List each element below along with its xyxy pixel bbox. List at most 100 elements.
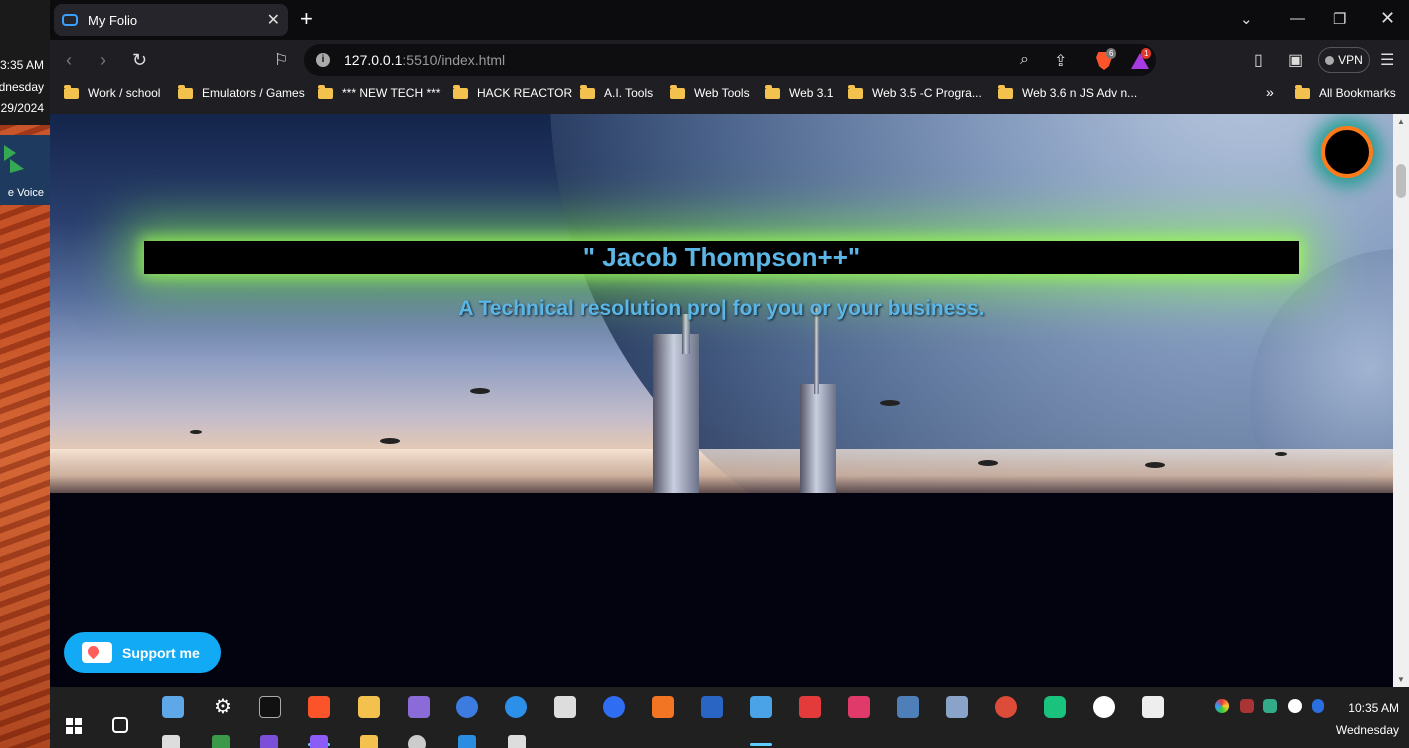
taskbar-row2-icon[interactable] <box>212 735 230 748</box>
forward-button[interactable]: › <box>100 50 106 71</box>
taskbar-row2-icon[interactable] <box>162 735 180 748</box>
system-clock[interactable]: 10:35 AM Wednesday <box>1336 697 1399 741</box>
settings-gear-icon[interactable]: ⚙ <box>212 696 234 718</box>
file-explorer-icon[interactable] <box>358 696 380 718</box>
bookmark-label: Emulators / Games <box>202 86 305 100</box>
task-view-icon[interactable] <box>112 717 128 733</box>
share-icon[interactable]: ⇪ <box>1054 51 1067 71</box>
all-bookmarks-folder[interactable]: All Bookmarks <box>1295 84 1396 100</box>
brave-taskbar-icon[interactable] <box>308 696 330 718</box>
folder-icon <box>670 84 685 99</box>
image-viewer-icon[interactable] <box>946 696 968 718</box>
tower-left <box>653 334 699 493</box>
taskbar-row2-icon[interactable] <box>310 735 328 748</box>
bookmark-label: Work / school <box>88 86 161 100</box>
scrollbar-thumb[interactable] <box>1396 164 1406 198</box>
close-window-button[interactable]: ✕ <box>1380 8 1395 29</box>
bookmark-folder[interactable]: A.I. Tools <box>580 84 653 100</box>
bookmark-folder[interactable]: Web Tools <box>670 84 750 100</box>
bookmark-label: *** NEW TECH *** <box>342 86 441 100</box>
bluetooth-icon[interactable] <box>1312 699 1324 713</box>
taskbar-row2-icon[interactable] <box>408 735 426 748</box>
sidebar-toggle-icon[interactable]: ▯ <box>1254 50 1263 70</box>
xampp-icon[interactable] <box>652 696 674 718</box>
tray-icon[interactable] <box>1288 699 1302 713</box>
chrome-icon[interactable] <box>995 696 1017 718</box>
desktop-wallpaper: 3:35 AM ednesday 29/2024 e Voice <box>0 0 50 748</box>
maximize-button[interactable]: ❐ <box>1333 10 1346 28</box>
notepad-icon[interactable] <box>554 696 576 718</box>
google-voice-icon <box>4 145 24 173</box>
folder-icon <box>453 84 468 99</box>
android-studio-icon[interactable] <box>1093 696 1115 718</box>
ship <box>190 430 202 434</box>
bookmark-label: Web 3.5 -C Progra... <box>872 86 982 100</box>
bookmark-label: All Bookmarks <box>1319 86 1396 100</box>
bookmarks-bar: Work / school Emulators / Games *** NEW … <box>50 80 1409 108</box>
new-tab-button[interactable]: + <box>300 8 313 30</box>
color-picker-tray-icon[interactable] <box>1215 699 1229 713</box>
bookmark-folder[interactable]: Work / school <box>64 84 161 100</box>
chromium-icon[interactable] <box>456 696 478 718</box>
anydesk-icon[interactable] <box>799 696 821 718</box>
desktop-time: 3:35 AM <box>0 58 44 72</box>
terminal-icon[interactable] <box>259 696 281 718</box>
bookmark-folder[interactable]: Web 3.6 n JS Adv n... <box>998 84 1137 100</box>
safari-icon[interactable] <box>505 696 527 718</box>
screen: 3:35 AM ednesday 29/2024 e Voice My Foli… <box>0 0 1409 748</box>
vscode-icon[interactable] <box>750 696 772 718</box>
document-icon[interactable] <box>1142 696 1164 718</box>
desktop-date: 29/2024 <box>0 101 44 115</box>
vue-tray-icon[interactable] <box>1263 699 1277 713</box>
powershell-icon[interactable] <box>701 696 723 718</box>
tab-my-folio[interactable]: My Folio ✕ <box>54 4 288 36</box>
virtualbox-icon[interactable] <box>897 696 919 718</box>
menu-icon[interactable]: ☰ <box>1380 50 1394 70</box>
clock-time: 10:35 AM <box>1348 701 1399 715</box>
tab-search-chevron-icon[interactable]: ⌄ <box>1240 10 1253 28</box>
theme-toggle-orb[interactable] <box>1321 126 1373 178</box>
bookmark-page-icon[interactable]: ⚐ <box>274 50 288 70</box>
address-bar[interactable]: i 127.0.0.1:5510/index.html ⌕ ⇪ <box>304 44 1156 76</box>
tray-icon[interactable] <box>1240 699 1254 713</box>
vpn-status-icon <box>1325 55 1335 65</box>
support-me-button[interactable]: Support me <box>64 632 221 673</box>
tower-right <box>800 384 836 493</box>
folder-icon <box>64 84 79 99</box>
back-button[interactable]: ‹ <box>66 50 72 71</box>
start-button[interactable] <box>66 718 82 734</box>
scroll-down-icon[interactable]: ▼ <box>1397 675 1405 684</box>
signal-icon[interactable] <box>603 696 625 718</box>
browser-toolbar: ‹ › ↻ ⚐ i 127.0.0.1:5510/index.html ⌕ ⇪ … <box>50 40 1409 80</box>
page-viewport: " Jacob Thompson++" A Technical resoluti… <box>50 114 1393 687</box>
bookmark-folder[interactable]: *** NEW TECH *** <box>318 84 441 100</box>
scroll-up-icon[interactable]: ▲ <box>1397 117 1405 126</box>
chatgpt-icon[interactable] <box>1044 696 1066 718</box>
ship <box>1275 452 1287 456</box>
more-bookmarks-button[interactable]: » <box>1266 84 1274 100</box>
bookmark-folder[interactable]: Emulators / Games <box>178 84 305 100</box>
tab-favicon-icon <box>62 14 78 26</box>
reload-button[interactable]: ↻ <box>132 50 147 71</box>
app-icon[interactable] <box>848 696 870 718</box>
bookmark-folder[interactable]: HACK REACTOR <box>453 84 572 100</box>
site-info-icon[interactable]: i <box>316 53 330 67</box>
taskbar-row2-icon[interactable] <box>508 735 526 748</box>
bookmark-folder[interactable]: Web 3.5 -C Progra... <box>848 84 982 100</box>
taskbar-row2-icon[interactable] <box>458 735 476 748</box>
tagline: A Technical resolution pro| for you or y… <box>458 297 985 320</box>
minimize-button[interactable]: — <box>1290 10 1305 27</box>
tab-close-icon[interactable]: ✕ <box>267 10 280 30</box>
vpn-button[interactable]: VPN <box>1318 47 1370 73</box>
taskbar-row2-icon[interactable] <box>360 735 378 748</box>
wallet-icon[interactable]: ▣ <box>1288 50 1303 70</box>
mail-icon[interactable] <box>408 696 430 718</box>
bookmark-folder[interactable]: Web 3.1 <box>765 84 833 100</box>
tab-title: My Folio <box>88 12 138 28</box>
active-app-indicator <box>750 743 772 746</box>
google-voice-shortcut[interactable]: e Voice <box>0 135 50 205</box>
taskbar-row2-icon[interactable] <box>260 735 278 748</box>
page-scrollbar[interactable]: ▲ ▼ <box>1393 114 1409 687</box>
zoom-icon[interactable]: ⌕ <box>1020 51 1029 69</box>
control-panel-icon[interactable] <box>162 696 184 718</box>
